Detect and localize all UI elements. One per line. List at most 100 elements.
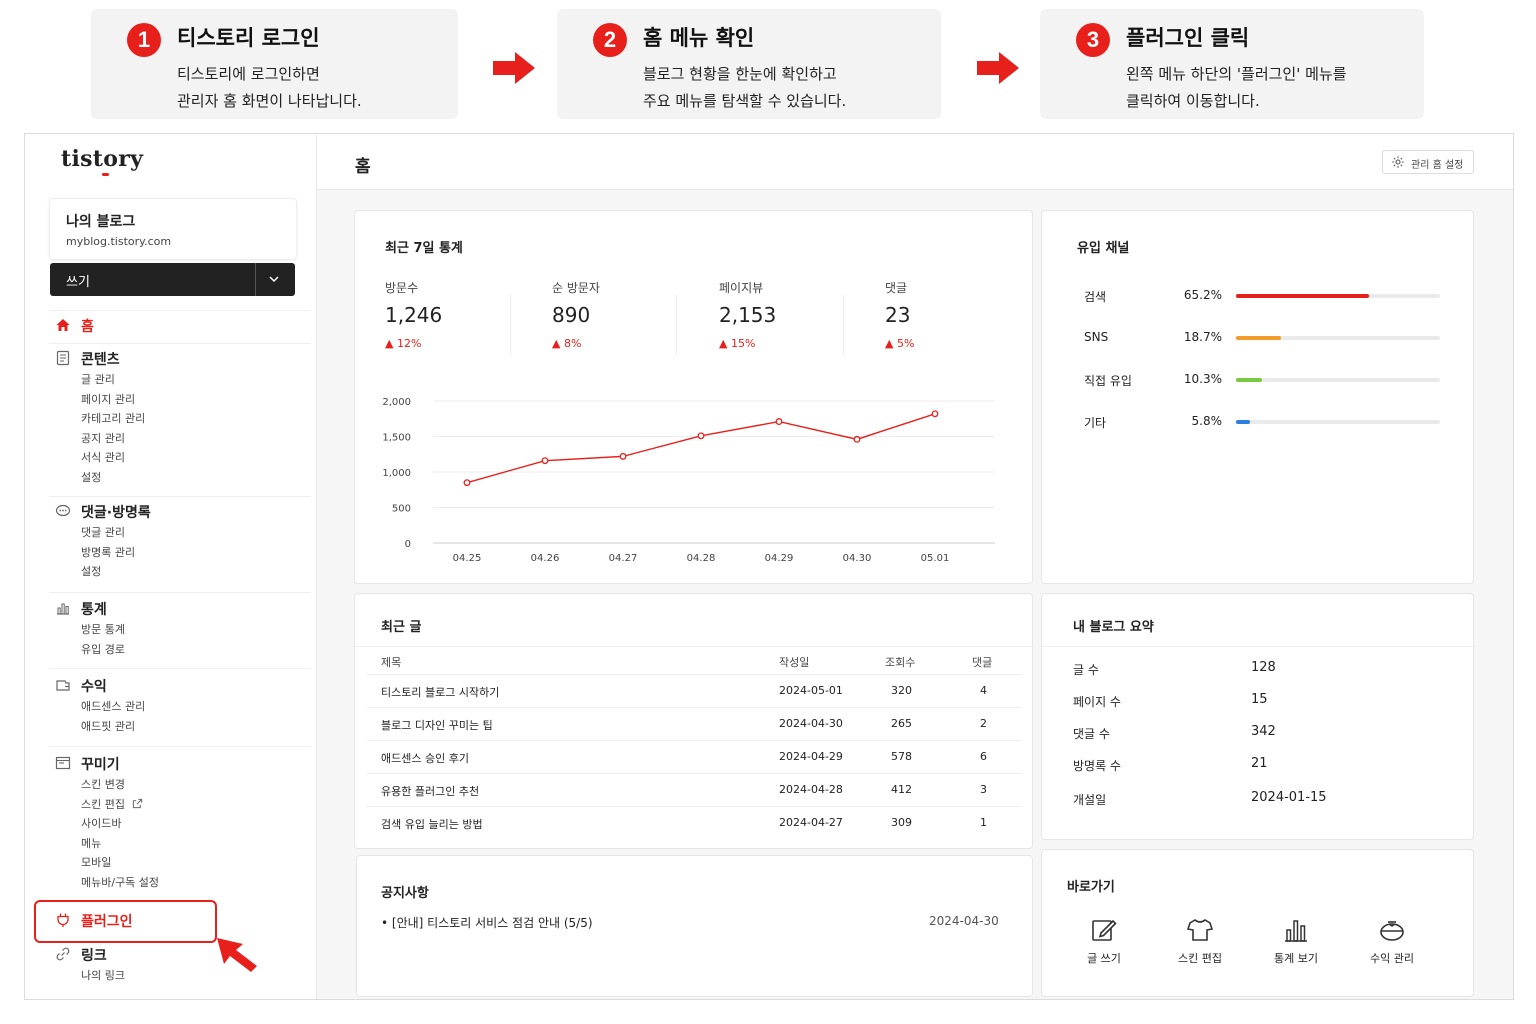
sidebar-subitem-my-links[interactable]: 나의 링크 — [81, 966, 125, 986]
stat-value: 23 — [885, 303, 911, 327]
sidebar-item-link[interactable]: 링크 — [55, 944, 125, 966]
recent-posts-title: 최근 글 — [381, 620, 422, 635]
step-description: 티스토리에 로그인하면 관리자 홈 화면이 나타납니다. — [177, 61, 362, 115]
sidebar-subitem-menu[interactable]: 메뉴 — [81, 834, 159, 854]
sidebar-subitem-referrers[interactable]: 유입 경로 — [81, 640, 125, 660]
sidebar-subitem-categories[interactable]: 카테고리 관리 — [81, 409, 145, 429]
post-title-link[interactable]: 애드센스 승인 후기 — [381, 750, 469, 766]
stat-divider — [843, 295, 844, 355]
coin-pot-icon — [1380, 921, 1404, 941]
nav-divider — [49, 592, 311, 593]
post-date: 2024-04-30 — [779, 717, 843, 730]
sidebar-subitem-content-settings[interactable]: 설정 — [81, 468, 145, 488]
channel-percent: 65.2% — [1183, 288, 1222, 302]
admin-home-settings-button[interactable]: 관리 홈 설정 — [1382, 150, 1474, 174]
stat-value: 1,246 — [385, 303, 443, 327]
summary-label: 페이지 수 — [1073, 695, 1121, 709]
channel-bar-fill — [1236, 336, 1282, 340]
sidebar-group-content: 콘텐츠 글 관리 페이지 관리 카테고리 관리 공지 관리 서식 관리 설정 — [55, 348, 145, 488]
table-header-views: 조회수 — [885, 656, 916, 669]
step-description-line: 왼쪽 메뉴 하단의 '플러그인' 메뉴를 — [1126, 65, 1347, 83]
post-title-link[interactable]: 유용한 플러그인 추천 — [381, 783, 479, 799]
sidebar-subitem-sidebar[interactable]: 사이드바 — [81, 814, 159, 834]
channel-name: 직접 유입 — [1084, 374, 1132, 388]
sidebar-item-label: 플러그인 — [81, 914, 133, 930]
table-header-date: 작성일 — [779, 656, 810, 669]
nav-divider — [49, 343, 311, 344]
nav-divider — [49, 668, 311, 669]
chart-x-tick-label: 04.30 — [843, 553, 872, 564]
sidebar-item-label: 통계 — [81, 602, 107, 618]
sidebar-subitem-notices[interactable]: 공지 관리 — [81, 429, 145, 449]
sidebar-item-label: 링크 — [81, 948, 107, 964]
sidebar-subitem-menubar-subscribe[interactable]: 메뉴바/구독 설정 — [81, 873, 159, 893]
table-divider — [367, 773, 1022, 774]
sidebar-subitem-skin-change[interactable]: 스킨 변경 — [81, 775, 159, 795]
sidebar-subitem-comment-settings[interactable]: 설정 — [81, 562, 135, 582]
stat-delta-value: 5% — [896, 337, 915, 350]
stat-delta-value: 8% — [563, 337, 582, 350]
post-title-link[interactable]: 검색 유입 늘리는 방법 — [381, 816, 483, 832]
step-description-line: 주요 메뉴를 탐색할 수 있습니다. — [643, 92, 847, 110]
table-divider — [367, 740, 1022, 741]
post-comments: 2 — [980, 717, 987, 730]
channel-name: 기타 — [1084, 416, 1107, 430]
step-description: 블로그 현황을 한눈에 확인하고 주요 메뉴를 탐색할 수 있습니다. — [643, 61, 846, 115]
stat-divider — [510, 295, 511, 355]
sidebar-subitem-templates[interactable]: 서식 관리 — [81, 448, 145, 468]
stat-delta: ▲ 5% — [885, 337, 915, 350]
step-2-card: 2 홈 메뉴 확인 블로그 현황을 한눈에 확인하고 주요 메뉴를 탐색할 수 … — [557, 9, 941, 119]
shortcut-skin-edit[interactable]: 스킨 편집 — [1160, 916, 1240, 976]
chart-y-tick-label: 0 — [405, 539, 411, 550]
recent-posts-card: 최근 글 제목 작성일 조회수 댓글 티스토리 블로그 시작하기 2024-05… — [354, 593, 1034, 849]
shortcut-revenue-manage[interactable]: 수익 관리 — [1352, 916, 1432, 976]
sidebar-item-stats[interactable]: 통계 — [55, 598, 125, 620]
visits-line-chart: 2,000 1,500 1,000 500 0 04.25 04.26 04.27 04.28 0… — [382, 397, 995, 564]
sidebar-subitem-posts[interactable]: 글 관리 — [81, 370, 145, 390]
step-description-line: 블로그 현황을 한눈에 확인하고 — [643, 65, 837, 83]
sidebar-subitem-mobile[interactable]: 모바일 — [81, 853, 159, 873]
sidebar-item-content[interactable]: 콘텐츠 — [55, 348, 145, 370]
blog-selector[interactable]: 나의 블로그 myblog.tistory.com — [49, 198, 297, 260]
channel-bar-track — [1236, 294, 1440, 298]
tshirt-icon — [1186, 919, 1214, 941]
blog-summary-title: 내 블로그 요약 — [1073, 620, 1154, 635]
post-title-link[interactable]: 티스토리 블로그 시작하기 — [381, 684, 499, 700]
home-icon — [56, 319, 70, 331]
write-button[interactable]: 쓰기 — [50, 263, 295, 296]
shortcut-view-stats[interactable]: 통계 보기 — [1256, 916, 1336, 976]
step-description: 왼쪽 메뉴 하단의 '플러그인' 메뉴를 클릭하여 이동합니다. — [1126, 61, 1347, 115]
sidebar-subitem-comment-manage[interactable]: 댓글 관리 — [81, 523, 135, 543]
sidebar-item-decorate[interactable]: 꾸미기 — [55, 753, 159, 775]
chart-x-tick-label: 04.26 — [531, 553, 560, 564]
window-layout-icon — [55, 756, 71, 770]
post-date: 2024-04-28 — [779, 783, 843, 796]
stat-divider — [676, 295, 677, 355]
write-button-divider — [255, 263, 256, 296]
post-title-link[interactable]: 블로그 디자인 꾸미는 팁 — [381, 717, 493, 733]
step-1-card: 1 티스토리 로그인 티스토리에 로그인하면 관리자 홈 화면이 나타납니다. — [91, 9, 458, 119]
shortcuts-title: 바로가기 — [1067, 880, 1115, 895]
sidebar-subitem-adsense[interactable]: 애드센스 관리 — [81, 697, 145, 717]
sidebar-item-label: 꾸미기 — [81, 757, 120, 773]
shortcut-write-post[interactable]: 글 쓰기 — [1064, 916, 1144, 976]
sidebar-item-revenue[interactable]: 수익 — [55, 675, 145, 697]
notice-item-link[interactable]: • [안내] 티스토리 서비스 점검 안내 (5/5) — [381, 914, 593, 931]
chevron-down-icon[interactable] — [268, 273, 280, 285]
sidebar-group-comments: 댓글·방명록 댓글 관리 방명록 관리 설정 — [55, 501, 151, 582]
notice-date: 2024-04-30 — [929, 914, 999, 928]
sidebar-subitem-adfit[interactable]: 애드핏 관리 — [81, 717, 145, 737]
speech-bubble-icon — [55, 504, 71, 517]
sidebar-subitem-guestbook-manage[interactable]: 방명록 관리 — [81, 543, 135, 563]
tistory-logo[interactable]: tistory — [61, 146, 143, 172]
sidebar-item-comments[interactable]: 댓글·방명록 — [55, 501, 151, 523]
sidebar-subitem-visit-stats[interactable]: 방문 통계 — [81, 620, 125, 640]
tistory-admin-window: tistory 나의 블로그 myblog.tistory.com 쓰기 홈 콘… — [24, 133, 1514, 1000]
post-views: 320 — [891, 684, 912, 697]
step-number-badge: 3 — [1076, 23, 1110, 57]
sidebar-subitem-skin-edit[interactable]: 스킨 편집 — [81, 795, 159, 815]
stat-delta: ▲ 8% — [552, 337, 582, 350]
step-arrow-icon — [977, 52, 1019, 84]
chart-y-tick-label: 1,500 — [382, 433, 411, 444]
sidebar-subitem-pages[interactable]: 페이지 관리 — [81, 390, 145, 410]
